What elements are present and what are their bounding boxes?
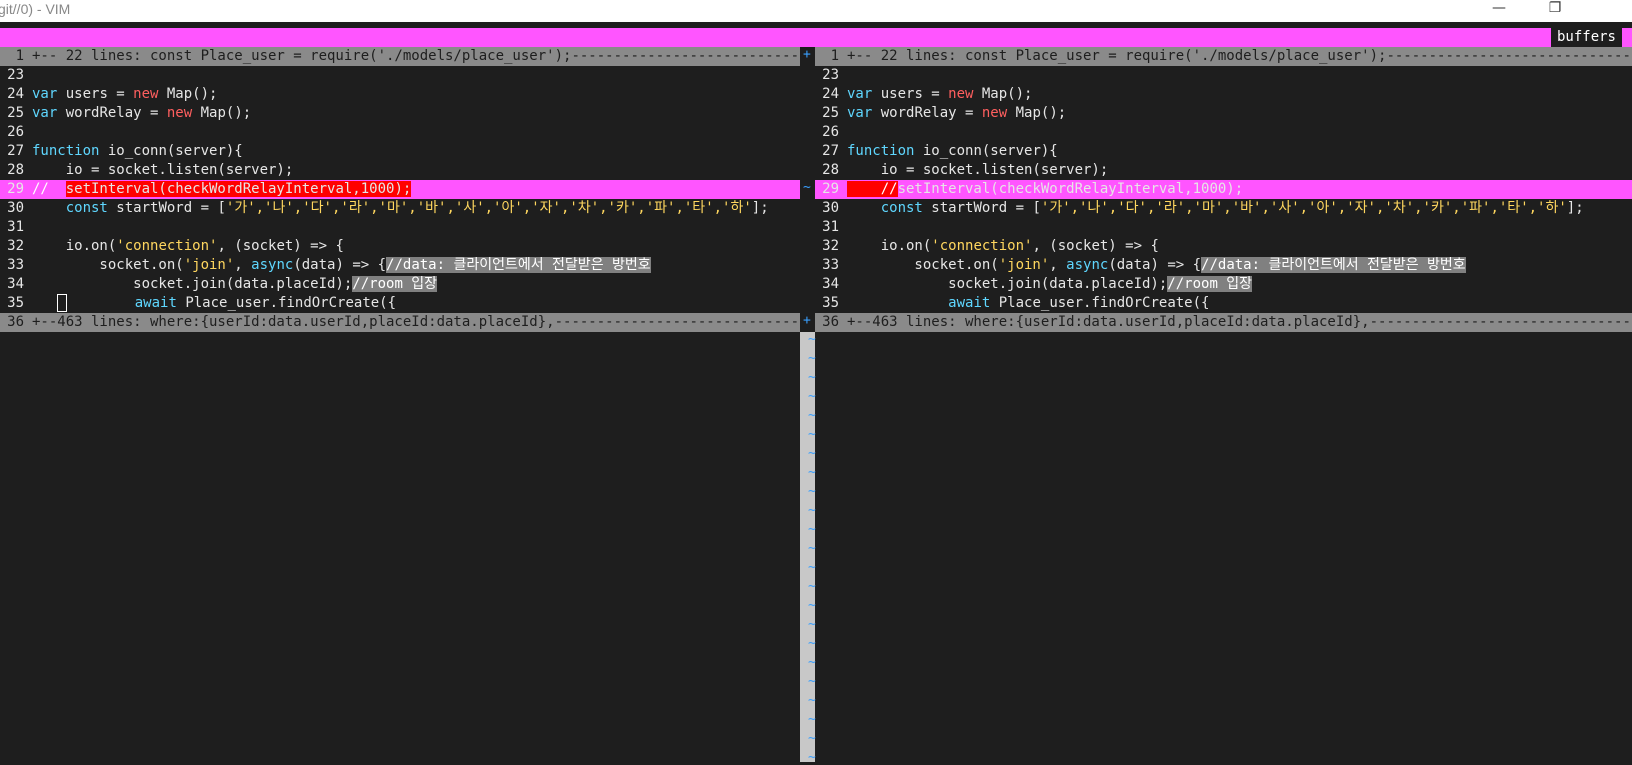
tilde-marker-icon: ~ (808, 522, 816, 537)
code-line[interactable]: 35 await Place_user.findOrCreate({ (0, 294, 396, 313)
tilde-marker-icon: ~ (808, 446, 816, 461)
tilde-marker-icon: ~ (808, 370, 816, 385)
code-line[interactable]: 33 socket.on('join', async(data) => {//d… (815, 256, 1466, 275)
code-line[interactable]: 26 (815, 123, 847, 142)
buffers-label[interactable]: buffers (1550, 28, 1622, 47)
tilde-marker-icon: ~ (808, 598, 816, 613)
tilde-marker-icon: ~ (808, 465, 816, 480)
code-line[interactable]: 28 io = socket.listen(server); (0, 161, 293, 180)
fold-line-bottom[interactable]: 36 +--463 lines: where:{userId:data.userI… (0, 313, 800, 332)
tilde-marker-icon: ~ (808, 408, 816, 423)
tilde-marker-icon: ~ (808, 712, 816, 727)
diff-changed-line[interactable]: 29 //setInterval(checkWordRelayInterval,… (815, 180, 1632, 199)
text-cursor (57, 294, 68, 312)
fold-marker-icon: + (803, 313, 811, 328)
tilde-marker-icon: ~ (808, 750, 816, 765)
code-line[interactable]: 25 var wordRelay = new Map(); (0, 104, 251, 123)
tilde-marker-icon: ~ (808, 351, 816, 366)
tilde-marker-icon: ~ (808, 332, 816, 347)
code-line[interactable]: 33 socket.on('join', async(data) => {//d… (0, 256, 651, 275)
fold-line-top[interactable]: 1 +-- 22 lines: const Place_user = requir… (815, 47, 1632, 66)
restore-button[interactable]: ❐ (1532, 0, 1578, 22)
code-line[interactable]: 24 var users = new Map(); (0, 85, 217, 104)
code-line[interactable]: 31 (0, 218, 32, 237)
code-line[interactable]: 32 io.on('connection', (socket) => { (815, 237, 1159, 256)
tilde-marker-icon: ~ (808, 484, 816, 499)
left-editor-pane[interactable]: 1 +-- 22 lines: const Place_user = requir… (0, 47, 800, 762)
code-line[interactable]: 28 io = socket.listen(server); (815, 161, 1108, 180)
tilde-marker-icon: ~ (808, 427, 816, 442)
tilde-marker-icon: ~ (808, 636, 816, 651)
code-line[interactable]: 30 const startWord = ['가','나','다','라','마… (815, 199, 1584, 218)
fold-line-top[interactable]: 1 +-- 22 lines: const Place_user = requir… (0, 47, 800, 66)
fold-marker-icon: + (803, 47, 811, 62)
code-line[interactable]: 34 socket.join(data.placeId);//room 입장 (815, 275, 1253, 294)
tilde-marker-icon: ~ (808, 617, 816, 632)
code-line[interactable]: 23 (0, 66, 32, 85)
tilde-marker-icon: ~ (808, 693, 816, 708)
tab-line: buffers (0, 28, 1632, 47)
tilde-marker-icon: ~ (808, 655, 816, 670)
tilde-marker-icon: ~ (808, 503, 816, 518)
title-bar: git//0) - VIM — ❐ (0, 0, 1632, 22)
code-line[interactable]: 32 io.on('connection', (socket) => { (0, 237, 344, 256)
code-line[interactable]: 34 socket.join(data.placeId);//room 입장 (0, 275, 438, 294)
diff-marker-icon: ~ (803, 180, 811, 195)
code-line[interactable]: 31 (815, 218, 847, 237)
code-line[interactable]: 35 await Place_user.findOrCreate({ (815, 294, 1209, 313)
code-line[interactable]: 26 (0, 123, 32, 142)
code-line[interactable]: 27 function io_conn(server){ (815, 142, 1058, 161)
window-title: git//0) - VIM (0, 1, 71, 17)
code-line[interactable]: 25 var wordRelay = new Map(); (815, 104, 1066, 123)
tilde-marker-icon: ~ (808, 541, 816, 556)
tilde-marker-icon: ~ (808, 579, 816, 594)
code-line[interactable]: 24 var users = new Map(); (815, 85, 1032, 104)
right-editor-pane[interactable]: 1 +-- 22 lines: const Place_user = requir… (815, 47, 1632, 762)
diff-changed-line[interactable]: 29// setInterval(checkWordRelayInterval,… (0, 180, 800, 199)
minimize-button[interactable]: — (1476, 0, 1522, 22)
tilde-marker-icon: ~ (808, 560, 816, 575)
tilde-marker-icon: ~ (808, 674, 816, 689)
code-line[interactable]: 23 (815, 66, 847, 85)
code-line[interactable]: 27 function io_conn(server){ (0, 142, 243, 161)
tilde-marker-icon: ~ (808, 731, 816, 746)
tilde-marker-icon: ~ (808, 389, 816, 404)
code-line[interactable]: 30 const startWord = ['가','나','다','라','마… (0, 199, 769, 218)
fold-line-bottom[interactable]: 36 +--463 lines: where:{userId:data.userI… (815, 313, 1632, 332)
